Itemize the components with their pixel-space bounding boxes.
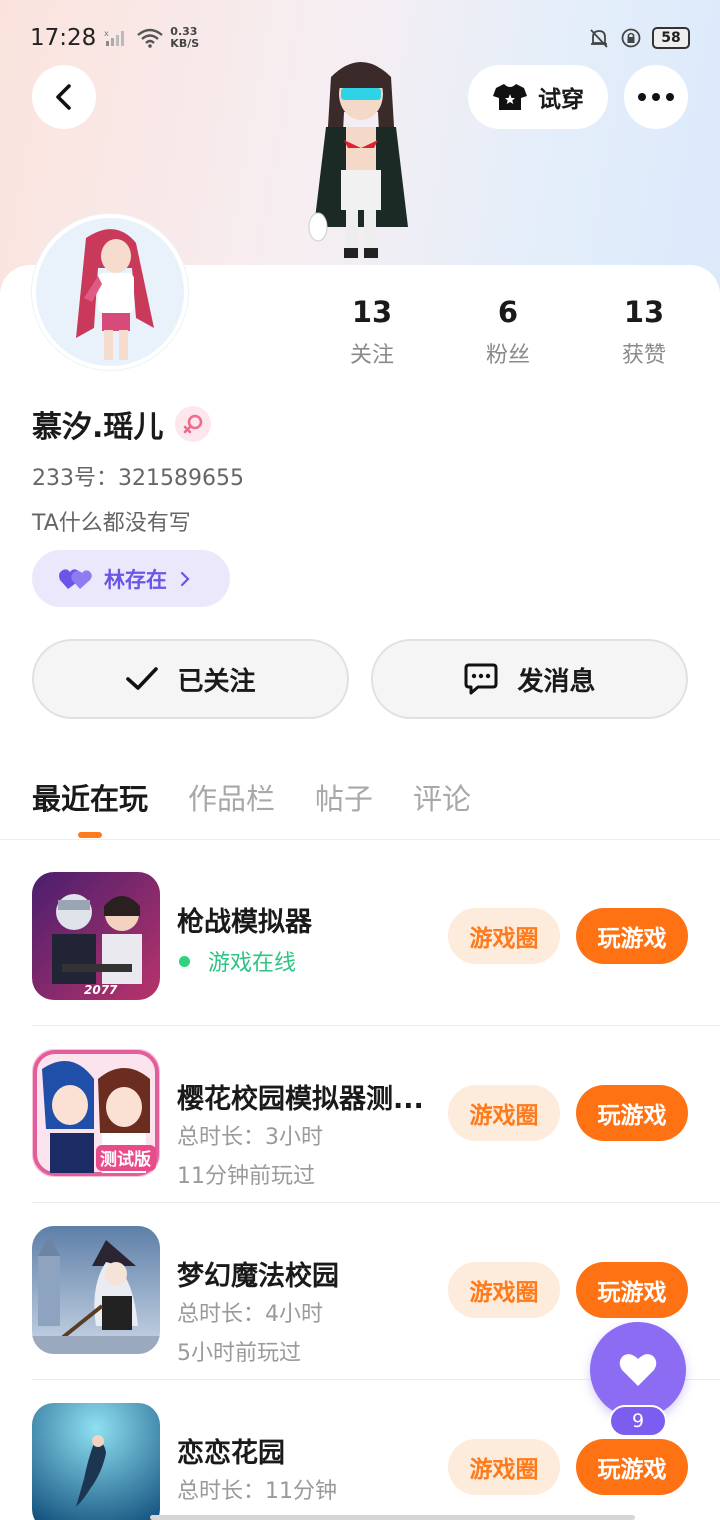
bell-muted-icon (590, 29, 608, 48)
more-dots-icon (638, 93, 674, 101)
try-on-button[interactable]: 试穿 (468, 65, 608, 129)
back-button[interactable] (32, 65, 96, 129)
user-name: 慕汐.瑶儿 (32, 410, 164, 445)
game-cover-image: 测试版 (32, 1049, 160, 1177)
status-left-icons: x 0.33 KB/S (104, 26, 199, 50)
game-cover-image (32, 1226, 160, 1354)
gender-badge (175, 406, 212, 442)
tab-works[interactable]: 作品栏 (188, 776, 275, 818)
profile-stats: 13 关注 6 粉丝 13 获赞 (304, 295, 712, 369)
wifi-icon (137, 28, 164, 48)
game-row[interactable]: 2077 枪战模拟器 游戏在线 游戏圈 玩游戏 (0, 848, 720, 1025)
home-indicator (150, 1515, 635, 1520)
tab-comments[interactable]: 评论 (413, 776, 471, 818)
game-duration: 总时长：11分钟 (177, 1479, 337, 1504)
game-cover-text: 2077 (84, 983, 118, 997)
game-cover-image: 2077 (32, 872, 160, 1000)
stat-label: 粉丝 (485, 343, 530, 368)
avatar-figure (36, 218, 184, 366)
name-row: 慕汐.瑶儿 (32, 402, 212, 446)
game-duration: 总时长：4小时 (177, 1302, 323, 1327)
status-time: 17:28 (30, 25, 97, 51)
check-icon (126, 667, 159, 690)
game-icon-magic-school[interactable] (32, 1226, 160, 1354)
game-online-status: 游戏在线 (177, 945, 296, 977)
net-speed-unit: KB/S (170, 37, 200, 50)
following-label: 已关注 (177, 666, 256, 697)
tshirt-icon (493, 84, 527, 110)
game-icon-sakura-school[interactable]: 测试版 (32, 1049, 160, 1177)
game-title: 梦幻魔法校园 (177, 1261, 339, 1292)
relation-chip[interactable]: 林存在 (32, 550, 230, 607)
signal-icon: x (104, 29, 125, 46)
play-game-button[interactable]: 玩游戏 (576, 908, 688, 964)
play-game-button[interactable]: 玩游戏 (576, 1439, 688, 1495)
game-circle-button[interactable]: 游戏圈 (448, 1439, 560, 1495)
stat-label: 获赞 (621, 343, 666, 368)
game-icon-gun-sim[interactable]: 2077 (32, 872, 160, 1000)
game-title: 恋恋花园 (177, 1438, 285, 1469)
game-last-played: 5小时前玩过 (177, 1341, 301, 1366)
try-on-label: 试穿 (538, 87, 584, 113)
tab-posts[interactable]: 帖子 (315, 776, 373, 818)
game-duration: 总时长：3小时 (177, 1125, 323, 1150)
like-count-badge: 9 (609, 1405, 667, 1437)
battery-indicator: 58 (652, 27, 690, 49)
send-message-button[interactable]: 发消息 (371, 639, 688, 719)
heart-icon (619, 1354, 657, 1386)
stat-following[interactable]: 13 关注 (304, 295, 440, 369)
play-game-button[interactable]: 玩游戏 (576, 1085, 688, 1141)
tab-recently-played[interactable]: 最近在玩 (32, 776, 148, 818)
chevron-right-icon (180, 571, 190, 586)
online-status-label: 游戏在线 (208, 951, 297, 976)
stat-label: 关注 (349, 343, 394, 368)
stat-value: 13 (623, 295, 665, 329)
net-speed: 0.33 KB/S (170, 26, 199, 50)
game-title: 樱花校园模拟器测... (177, 1084, 424, 1115)
game-circle-button[interactable]: 游戏圈 (448, 1085, 560, 1141)
status-right-icons: 58 (588, 27, 690, 49)
female-icon (184, 414, 203, 434)
like-fab-button[interactable] (590, 1322, 686, 1418)
relation-label: 林存在 (104, 567, 167, 592)
profile-tabs: 最近在玩 作品栏 帖子 评论 (32, 776, 471, 818)
user-id: 233号：321589655 (32, 466, 244, 491)
stat-value: 6 (497, 295, 519, 329)
online-dot-icon (179, 955, 190, 967)
user-bio: TA什么都没有写 (32, 511, 191, 536)
chevron-left-icon (56, 84, 71, 110)
stat-fans[interactable]: 6 粉丝 (440, 295, 576, 369)
message-bubble-icon (464, 663, 498, 695)
double-heart-icon (59, 568, 92, 589)
stat-value: 13 (351, 295, 393, 329)
active-tab-indicator (78, 832, 102, 838)
game-row[interactable]: 测试版 樱花校园模拟器测... 总时长：3小时 11分钟前玩过 游戏圈 玩游戏 (0, 1025, 720, 1202)
game-last-played: 11分钟前玩过 (177, 1164, 315, 1189)
game-title: 枪战模拟器 (177, 907, 312, 938)
game-cover-text: 测试版 (100, 1149, 151, 1170)
send-message-label: 发消息 (517, 666, 596, 697)
game-icon-love-garden[interactable] (32, 1403, 160, 1520)
svg-text:x: x (104, 29, 109, 38)
user-avatar[interactable] (32, 214, 188, 370)
game-cover-image (32, 1403, 160, 1520)
play-game-button[interactable]: 玩游戏 (576, 1262, 688, 1318)
game-circle-button[interactable]: 游戏圈 (448, 1262, 560, 1318)
tabs-divider (0, 839, 720, 840)
avatar-3d-character[interactable] (286, 52, 436, 264)
stat-likes[interactable]: 13 获赞 (576, 295, 712, 369)
rotation-lock-icon (621, 28, 641, 48)
game-circle-button[interactable]: 游戏圈 (448, 908, 560, 964)
more-options-button[interactable] (624, 65, 688, 129)
following-button[interactable]: 已关注 (32, 639, 349, 719)
